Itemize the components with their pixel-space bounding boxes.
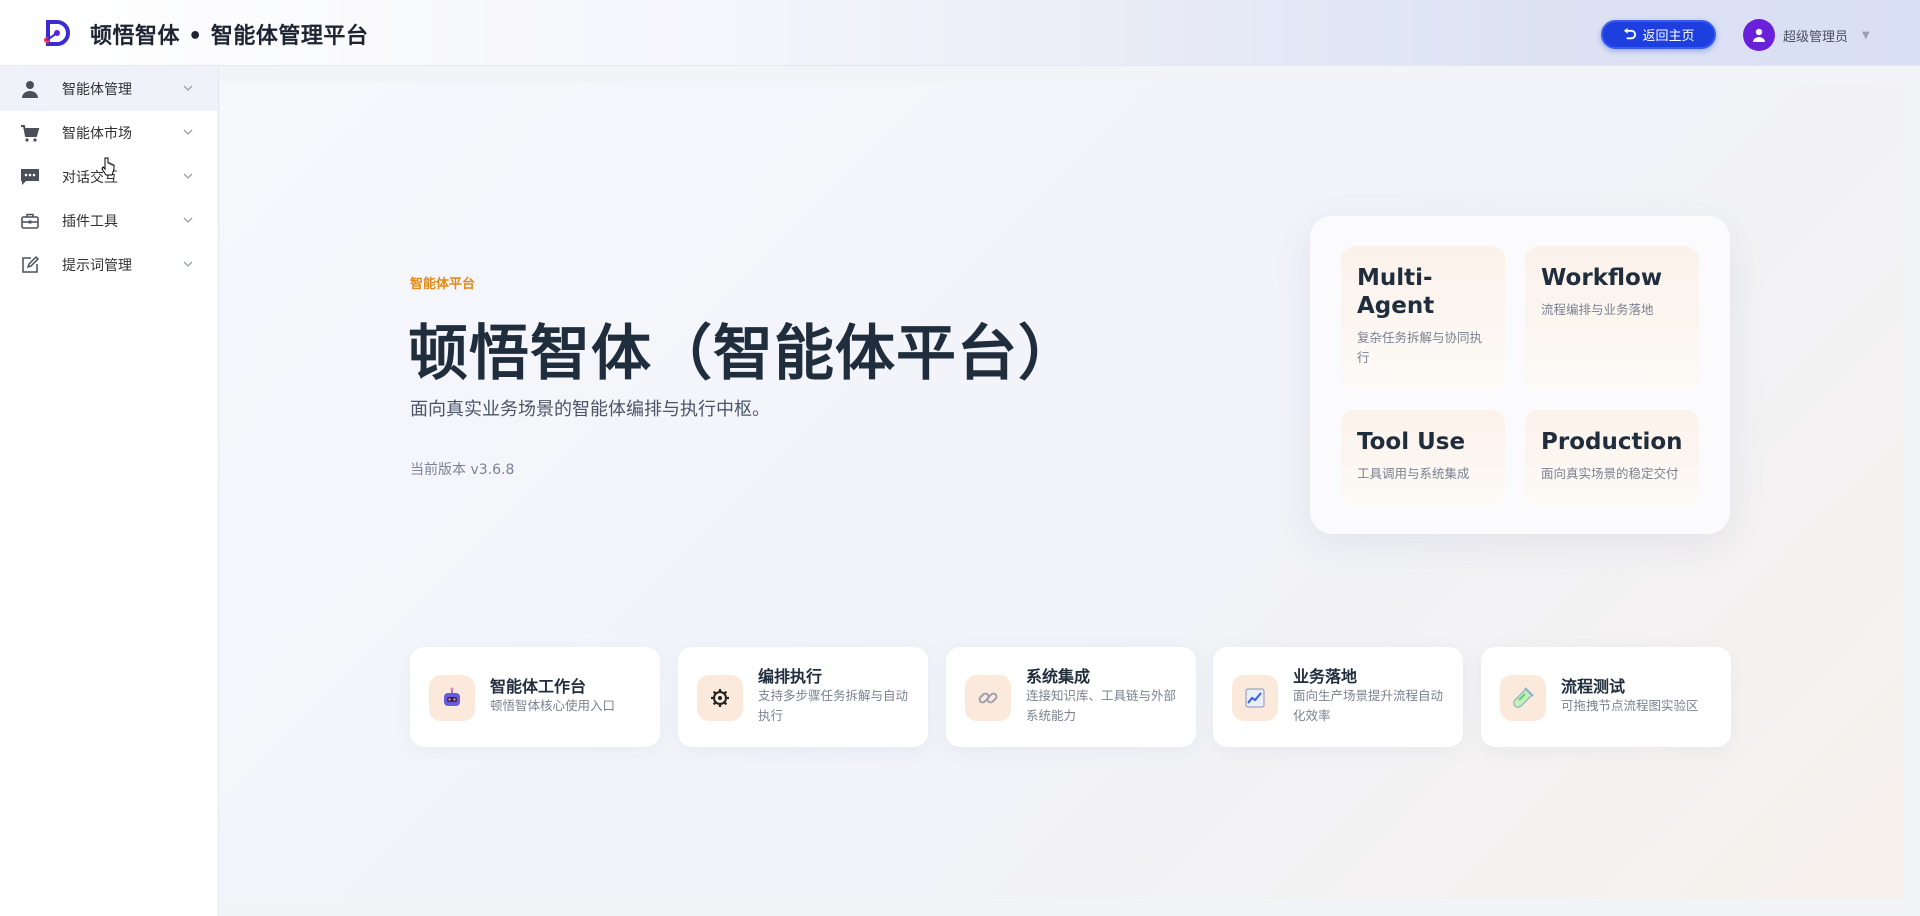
cart-icon [20,123,40,143]
card-desc: 顿悟智体核心使用入口 [490,698,616,713]
feature-panel: Multi-Agent 复杂任务拆解与协同执行 Workflow 流程编排与业务… [1310,216,1730,534]
logo-icon[interactable] [40,16,74,50]
robot-icon [429,675,475,721]
feature-desc: 复杂任务拆解与协同执行 [1357,330,1483,365]
chevron-down-icon[interactable] [182,170,194,182]
sidebar-item-agent-management[interactable]: 智能体管理 [0,67,218,111]
sidebar-item-prompt-management[interactable]: 提示词管理 [0,243,218,287]
feature-card-production: Production 面向真实场景的稳定交付 [1525,410,1699,506]
card-agent-workbench[interactable]: 智能体工作台 顿悟智体核心使用入口 [410,647,660,747]
toolbox-icon [20,211,40,231]
chevron-down-icon[interactable] [182,258,194,270]
chart-icon [1232,675,1278,721]
card-system-integration[interactable]: 系统集成 连接知识库、工具链与外部系统能力 [946,647,1196,747]
chevron-down-icon[interactable] [182,214,194,226]
chevron-down-icon[interactable] [182,126,194,138]
feature-desc: 面向真实场景的稳定交付 [1541,466,1679,481]
back-home-label: 返回主页 [1642,29,1695,44]
card-orchestration[interactable]: 编排执行 支持多步骤任务拆解与自动执行 [678,647,928,747]
hero-subtitle: 面向真实业务场景的智能体编排与执行中枢。 [410,399,770,420]
card-desc: 支持多步骤任务拆解与自动执行 [758,688,909,723]
user-icon [20,79,40,99]
card-desc: 面向生产场景提升流程自动化效率 [1293,688,1444,723]
version-text: 当前版本 v3.6.8 [410,462,515,478]
top-header: 顿悟智体 • 智能体管理平台 返回主页 超级管理员 ▼ [0,0,1920,66]
feature-card-multi-agent: Multi-Agent 复杂任务拆解与协同执行 [1341,246,1505,389]
user-avatar-icon [1753,28,1765,42]
feature-title: Production [1541,429,1683,455]
chevron-down-icon[interactable] [182,82,194,94]
sidebar-item-agent-market[interactable]: 智能体市场 [0,111,218,155]
chevron-down-icon[interactable]: ▼ [1862,30,1870,41]
pointer-cursor-icon [101,157,115,176]
edit-icon [20,255,40,275]
feature-card-tool-use: Tool Use 工具调用与系统集成 [1341,410,1505,506]
link-icon [965,675,1011,721]
card-flow-test[interactable]: 流程测试 可拖拽节点流程图实验区 [1481,647,1731,747]
card-business-landing[interactable]: 业务落地 面向生产场景提升流程自动化效率 [1213,647,1463,747]
app-title: 顿悟智体 • 智能体管理平台 [90,24,369,49]
feature-title: Tool Use [1357,429,1466,455]
feature-card-workflow: Workflow 流程编排与业务落地 [1525,246,1699,389]
hero-tag: 智能体平台 [410,277,476,292]
return-icon [1624,27,1637,40]
gear-icon [697,675,743,721]
test-tube-icon [1500,675,1546,721]
card-title: 业务落地 [1293,667,1358,686]
back-home-button[interactable]: 返回主页 [1601,20,1716,49]
sidebar-item-label: 智能体市场 [62,126,132,142]
hero-title: 顿悟智体（智能体平台） [408,319,1079,389]
user-menu[interactable]: 超级管理员 ▼ [1743,19,1870,51]
card-title: 流程测试 [1561,677,1626,696]
feature-title: Workflow [1541,265,1663,291]
card-desc: 连接知识库、工具链与外部系统能力 [1026,688,1177,723]
card-title: 智能体工作台 [490,677,587,696]
card-title: 系统集成 [1026,667,1091,686]
feature-title: Multi-Agent [1357,265,1435,319]
card-desc: 可拖拽节点流程图实验区 [1561,698,1699,713]
sidebar: 智能体管理 智能体市场 对话交互 插件工具 提示词管理 [0,67,219,916]
sidebar-item-label: 插件工具 [62,214,118,230]
sidebar-item-label: 智能体管理 [62,82,132,98]
card-title: 编排执行 [758,667,823,686]
feature-desc: 流程编排与业务落地 [1541,302,1654,317]
sidebar-item-label: 提示词管理 [62,258,132,274]
chat-icon [20,167,40,187]
feature-desc: 工具调用与系统集成 [1357,466,1470,481]
sidebar-item-plugins[interactable]: 插件工具 [0,199,218,243]
avatar[interactable] [1743,19,1775,51]
user-name: 超级管理员 [1783,29,1849,45]
